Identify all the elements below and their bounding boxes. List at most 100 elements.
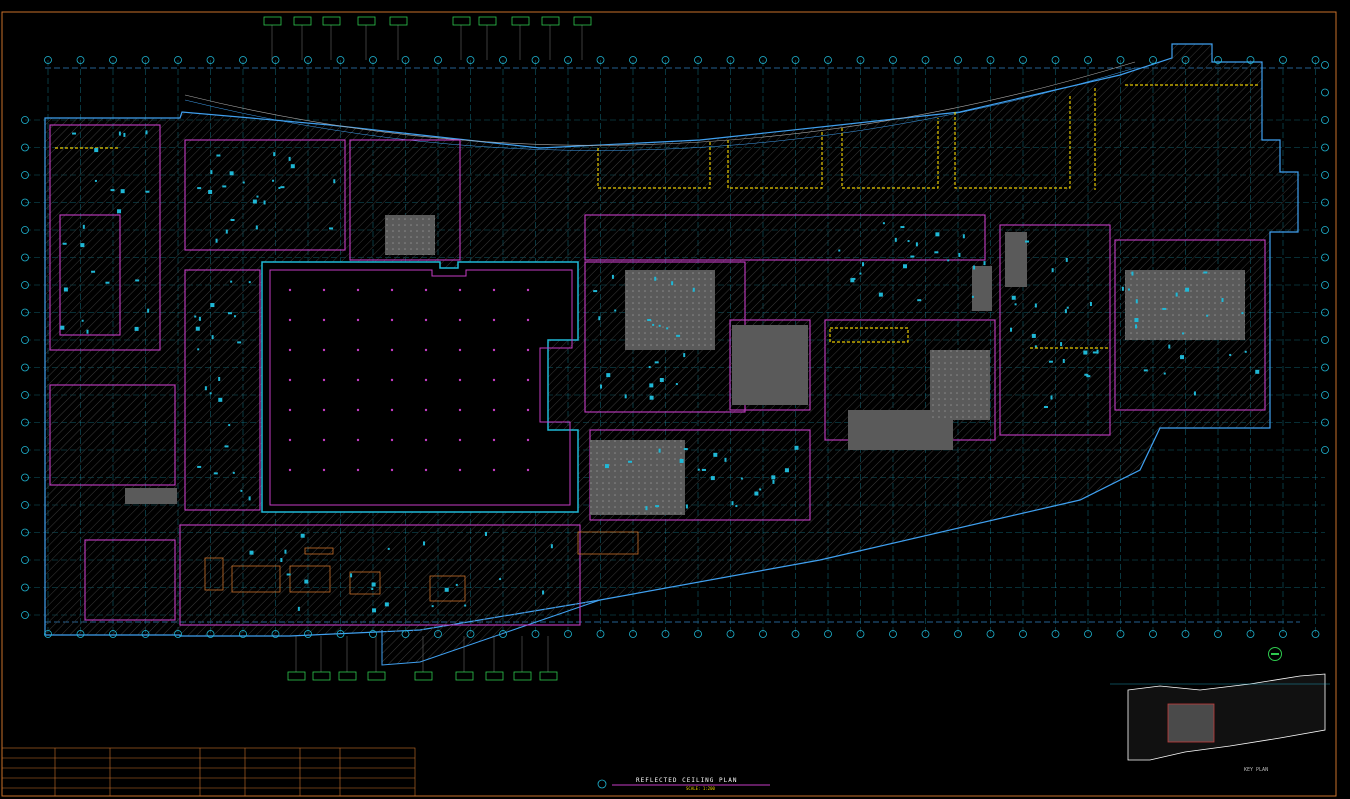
light-fixture	[242, 181, 245, 184]
light-fixture	[81, 319, 84, 322]
light-fixture	[215, 238, 218, 243]
light-fixture	[135, 279, 140, 282]
light-fixture	[134, 326, 139, 331]
light-fixture	[654, 361, 659, 364]
light-fixture	[1131, 271, 1134, 276]
light-fixture	[1034, 345, 1037, 348]
light-fixture	[1044, 406, 1048, 409]
light-fixture	[958, 252, 961, 257]
section-tag-icon	[312, 671, 331, 681]
light-fixture	[248, 281, 251, 284]
light-fixture	[230, 280, 233, 283]
light-fixture	[666, 327, 669, 330]
column-marker	[458, 288, 462, 292]
column-marker	[492, 378, 496, 382]
light-fixture	[1066, 306, 1069, 309]
column-marker	[356, 288, 360, 292]
light-fixture	[105, 281, 110, 284]
column-marker	[322, 288, 326, 292]
light-fixture	[713, 452, 718, 457]
light-fixture	[1031, 333, 1036, 338]
light-fixture	[654, 276, 657, 281]
light-fixture	[1163, 372, 1166, 375]
column-marker	[526, 348, 530, 352]
light-fixture	[117, 209, 122, 214]
light-fixture	[147, 308, 150, 313]
light-fixture	[611, 274, 614, 279]
section-tag-icon	[322, 16, 341, 26]
light-fixture	[652, 323, 655, 326]
light-fixture	[455, 583, 458, 586]
column-marker	[288, 468, 292, 472]
light-fixture	[209, 392, 212, 395]
light-fixture	[628, 460, 633, 463]
light-fixture	[1014, 303, 1017, 306]
light-fixture	[1182, 332, 1185, 335]
column-marker	[288, 378, 292, 382]
light-fixture	[1089, 302, 1092, 307]
column-marker	[424, 288, 428, 292]
light-fixture	[1255, 369, 1260, 374]
light-fixture	[372, 608, 377, 613]
column-marker	[526, 378, 530, 382]
light-fixture	[384, 602, 389, 607]
light-fixture	[1011, 295, 1016, 300]
light-fixture	[227, 312, 232, 315]
light-fixture	[387, 547, 390, 550]
light-fixture	[683, 448, 688, 451]
section-tag-icon	[452, 16, 471, 26]
light-fixture	[197, 187, 202, 190]
light-fixture	[94, 179, 97, 182]
light-fixture	[431, 605, 434, 608]
light-fixture	[862, 262, 865, 267]
light-fixture	[300, 533, 305, 538]
column-marker	[390, 438, 394, 442]
light-fixture	[290, 164, 295, 169]
light-fixture	[280, 558, 283, 563]
light-fixture	[228, 424, 231, 427]
light-fixture	[1050, 395, 1053, 400]
light-fixture	[658, 324, 661, 327]
light-fixture	[542, 590, 545, 595]
column-marker	[492, 318, 496, 322]
section-tag-icon	[414, 671, 433, 681]
column-marker	[526, 318, 530, 322]
light-fixture	[82, 224, 85, 229]
light-fixture	[600, 384, 603, 389]
light-fixture	[240, 489, 243, 492]
column-marker	[424, 348, 428, 352]
light-fixture	[649, 383, 654, 388]
light-fixture	[484, 531, 487, 536]
light-fixture	[229, 171, 234, 176]
light-fixture	[649, 395, 654, 400]
light-fixture	[263, 200, 266, 205]
section-tag-icon	[541, 16, 560, 26]
column-marker	[458, 348, 462, 352]
light-fixture	[878, 292, 883, 297]
light-fixture	[645, 506, 648, 511]
column-marker	[288, 438, 292, 442]
column-marker	[356, 408, 360, 412]
column-marker	[356, 378, 360, 382]
light-fixture	[286, 573, 291, 576]
light-fixture	[962, 234, 965, 239]
light-fixture	[1180, 355, 1185, 360]
light-fixture	[740, 477, 743, 480]
light-fixture	[145, 130, 148, 135]
light-fixture	[1086, 375, 1091, 378]
key-plan	[1110, 673, 1330, 761]
light-fixture	[91, 270, 96, 273]
light-fixture	[273, 152, 276, 157]
light-fixture	[123, 132, 126, 137]
light-fixture	[1064, 309, 1067, 314]
light-fixture	[1203, 271, 1208, 274]
light-fixture	[859, 272, 862, 275]
section-tag-icon	[597, 779, 607, 789]
light-fixture	[499, 578, 502, 581]
section-tag-icon	[513, 671, 532, 681]
light-fixture	[731, 501, 734, 506]
light-fixture	[593, 290, 598, 293]
column-marker	[492, 468, 496, 472]
grid-bubble-icon	[1321, 61, 1329, 69]
light-fixture	[195, 326, 200, 331]
